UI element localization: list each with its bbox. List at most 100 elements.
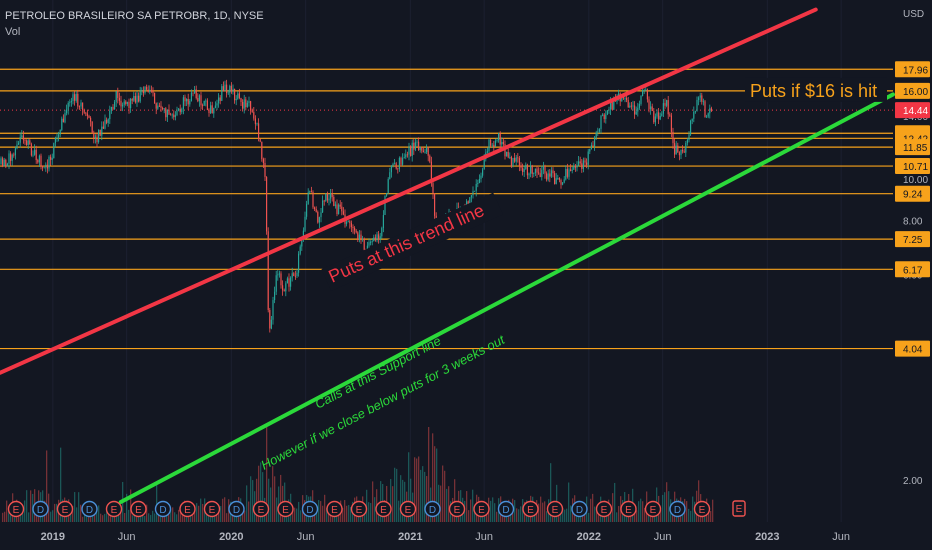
- volume-bar: [80, 504, 82, 522]
- time-tick-label: Jun: [654, 531, 672, 543]
- candle-body: [704, 101, 706, 118]
- event-marker-letter: D: [233, 505, 240, 516]
- candle-body: [370, 241, 372, 243]
- candle-body: [386, 193, 388, 196]
- candle-body: [69, 102, 71, 103]
- candle-body: [35, 149, 37, 161]
- candle-body: [701, 95, 703, 102]
- candle-body: [290, 277, 292, 287]
- volume-bar: [466, 491, 468, 522]
- volume-bar: [294, 507, 296, 522]
- candle-body: [157, 105, 159, 109]
- volume-bar: [300, 510, 302, 522]
- candle-body: [274, 291, 276, 301]
- candle-body: [661, 113, 663, 116]
- candle-body: [24, 139, 26, 141]
- volume-bar: [252, 480, 254, 522]
- candle-body: [323, 200, 325, 202]
- time-tick-label: 2021: [398, 531, 422, 543]
- event-marker-letter: E: [135, 505, 142, 516]
- candle-body: [653, 111, 655, 123]
- candle-body: [371, 241, 373, 242]
- candle-body: [491, 144, 493, 146]
- candle-body: [261, 141, 263, 159]
- candle-body: [262, 158, 264, 163]
- volume-bar: [78, 492, 80, 522]
- candle-body: [242, 102, 244, 109]
- price-chart[interactable]: EDEDEEDEEDEEDEEEEDEEDEEDEEEDEE Puts at t…: [0, 0, 932, 550]
- candle-body: [184, 97, 186, 102]
- volume-bar: [322, 505, 324, 522]
- candle-body: [528, 173, 530, 176]
- volume-bar: [198, 505, 200, 522]
- volume-bar: [368, 502, 370, 522]
- candle-body: [392, 163, 394, 166]
- candle-body: [501, 141, 503, 145]
- candle-body: [26, 140, 28, 145]
- candle-body: [266, 176, 268, 232]
- level-price-label: 17.96: [903, 65, 928, 76]
- volume-bar: [56, 503, 58, 522]
- volume-bar: [176, 514, 178, 522]
- candle-body: [74, 94, 76, 101]
- candle-body: [56, 137, 58, 139]
- volume-bar: [496, 511, 498, 522]
- candle-body: [690, 120, 692, 135]
- currency-label: USD: [903, 9, 924, 20]
- volume-bar: [276, 497, 278, 522]
- candle-body: [72, 94, 74, 102]
- volume-bar: [472, 489, 474, 522]
- candle-body: [70, 101, 72, 103]
- candle-body: [139, 90, 141, 102]
- candle-body: [278, 273, 280, 275]
- candle-body: [405, 154, 407, 158]
- candle-body: [389, 172, 391, 180]
- candle-body: [221, 86, 223, 101]
- candle-body: [590, 145, 592, 149]
- candle-body: [173, 114, 175, 118]
- event-marker-letter: E: [699, 505, 706, 516]
- candle-body: [483, 159, 485, 170]
- volume-bar: [324, 494, 326, 522]
- candle-body: [357, 232, 359, 240]
- price-tick-label: 10.00: [903, 175, 928, 186]
- candle-body: [250, 101, 252, 111]
- event-marker-letter: E: [478, 505, 485, 516]
- candle-body: [379, 236, 381, 240]
- volume-bar: [520, 506, 522, 522]
- volume-bar: [690, 510, 692, 522]
- volume-bar: [468, 510, 470, 522]
- candle-body: [602, 114, 604, 116]
- candle-body: [214, 105, 216, 108]
- candle-body: [18, 142, 20, 145]
- candle-body: [675, 145, 677, 155]
- price-tick-label: 8.00: [903, 217, 923, 228]
- candle-body: [8, 153, 10, 164]
- candle-body: [352, 227, 354, 228]
- candle-body: [82, 102, 84, 111]
- candle-body: [296, 272, 298, 277]
- candle-body: [186, 98, 188, 102]
- candle-body: [224, 84, 226, 92]
- candle-body: [640, 96, 642, 104]
- candle-body: [520, 165, 522, 168]
- candle-body: [355, 230, 357, 233]
- candle-body: [688, 134, 690, 141]
- event-marker-letter: E: [258, 505, 265, 516]
- volume-bar: [128, 509, 130, 522]
- volume-bar: [618, 506, 620, 522]
- candle-body: [562, 182, 564, 185]
- volume-bar: [178, 509, 180, 522]
- candle-body: [581, 163, 583, 169]
- volume-bar: [148, 513, 150, 522]
- candle-body: [645, 89, 647, 91]
- candle-body: [112, 106, 114, 110]
- volume-bar: [612, 493, 614, 522]
- candle-body: [346, 221, 348, 224]
- candle-body: [560, 179, 562, 185]
- volume-bar: [394, 467, 396, 522]
- event-marker-letter: E: [601, 505, 608, 516]
- candle-body: [51, 158, 53, 160]
- candle-body: [93, 132, 95, 139]
- candle-body: [30, 144, 32, 156]
